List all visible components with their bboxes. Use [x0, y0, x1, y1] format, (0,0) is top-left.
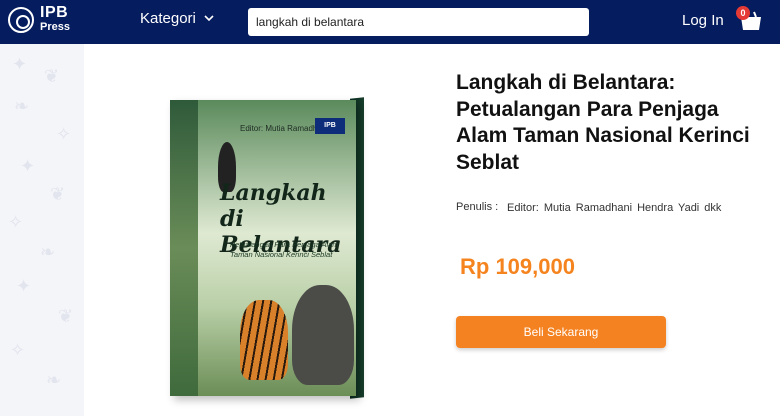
- book-cover-image: Editor: Mutia Ramadhani IPB Langkah di B…: [150, 92, 400, 407]
- kategori-dropdown[interactable]: Kategori: [140, 10, 214, 27]
- book-spine: [170, 100, 198, 396]
- logo-text-press: Press: [40, 21, 70, 33]
- leaf-icon: ❧: [46, 370, 62, 390]
- product-title: Langkah di Belantara: Petualangan Para P…: [456, 71, 750, 174]
- cart-button[interactable]: 0: [736, 6, 764, 34]
- product-price: Rp 109,000: [460, 254, 575, 279]
- decorative-background: ✦ ❦ ❧ ✧ ✦ ❦ ✧ ❧ ✦ ❦ ✧ ❧: [0, 44, 84, 416]
- tiger-illustration: [240, 300, 288, 380]
- kategori-label: Kategori: [140, 10, 196, 27]
- cover-subtitle: Petualangan Para Penjaga Alam Taman Nasi…: [230, 240, 339, 259]
- chevron-down-icon: [204, 15, 214, 22]
- ipb-press-logo[interactable]: IPB Press: [8, 4, 70, 34]
- leaf-icon: ❦: [44, 66, 60, 86]
- author-value: Editor: Mutia Ramadhani Hendra Yadi dkk: [507, 202, 722, 214]
- logo-text-ipb: IPB: [40, 4, 69, 21]
- search-input[interactable]: [248, 8, 589, 36]
- cover-title-line1: Langkah: [220, 180, 327, 206]
- elephant-illustration: [292, 285, 354, 385]
- leaf-icon: ❦: [50, 184, 66, 204]
- leaf-icon: ❧: [14, 96, 30, 116]
- star-icon: ✦: [16, 276, 32, 296]
- login-link[interactable]: Log In: [682, 12, 724, 29]
- buy-now-button[interactable]: Beli Sekarang: [456, 316, 666, 348]
- author-label: Penulis :: [456, 201, 499, 213]
- star-icon: ✧: [10, 340, 26, 360]
- ipb-emblem-icon: [8, 7, 34, 33]
- star-icon: ✦: [20, 156, 36, 176]
- cover-publisher-badge: IPB: [315, 118, 345, 134]
- leaf-icon: ❧: [40, 242, 56, 262]
- star-icon: ✧: [8, 212, 24, 232]
- book-cover-front: Editor: Mutia Ramadhani IPB Langkah di B…: [170, 100, 356, 396]
- leaf-icon: ❦: [58, 306, 74, 326]
- star-icon: ✧: [56, 124, 72, 144]
- star-icon: ✦: [12, 54, 28, 74]
- cart-count-badge: 0: [736, 6, 750, 20]
- top-navbar: IPB Press Kategori Log In 0: [0, 0, 780, 44]
